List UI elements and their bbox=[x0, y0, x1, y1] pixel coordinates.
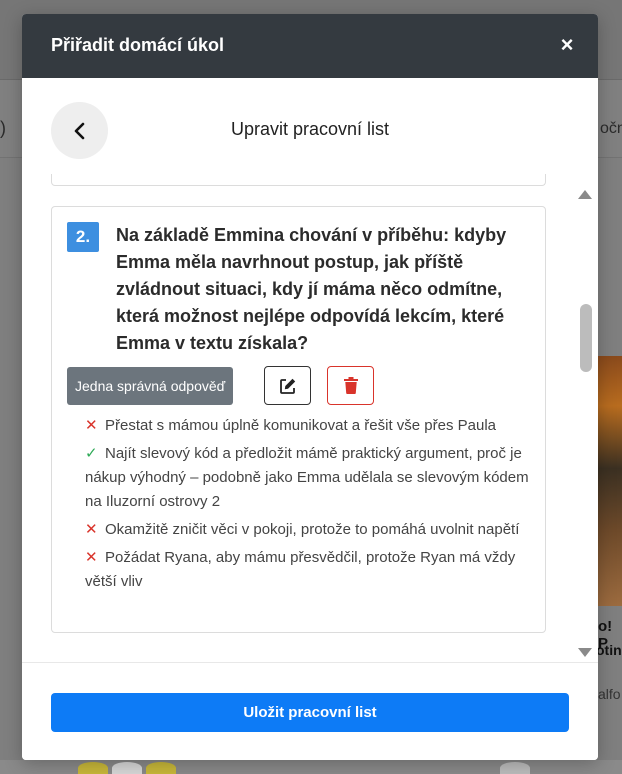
scroll-up-arrow-icon[interactable] bbox=[578, 190, 592, 199]
background-text-fragment: ) bbox=[0, 118, 6, 138]
scrollbar[interactable] bbox=[572, 186, 598, 666]
question-type-badge: Jedna správná odpověď bbox=[67, 367, 234, 405]
modal-title: Přiřadit domácí úkol bbox=[51, 35, 225, 55]
answer-text: Požádat Ryana, aby mámu přesvědčil, prot… bbox=[85, 549, 516, 590]
modal-footer: Uložit pracovní list bbox=[22, 662, 598, 760]
scroll-down-arrow-icon[interactable] bbox=[578, 648, 592, 657]
close-icon[interactable]: × bbox=[556, 34, 578, 56]
answer-list: ✕ Přestat s mámou úplně komunikovat a řeš… bbox=[85, 414, 537, 598]
background-text-fragment: očn bbox=[600, 120, 622, 137]
background-doodle bbox=[78, 762, 108, 774]
background-doodle bbox=[146, 762, 176, 774]
previous-question-card bbox=[51, 174, 546, 186]
question-number-badge: 2. bbox=[67, 222, 99, 252]
answer-text: Najít slevový kód a předložit mámě prakt… bbox=[85, 445, 529, 510]
answer-option: ✕ Okamžitě zničit věci v pokoji, protože … bbox=[85, 518, 537, 542]
background-doodle bbox=[500, 762, 530, 774]
correct-mark-icon: ✓ bbox=[85, 445, 98, 462]
answer-option: ✕ Požádat Ryana, aby mámu přesvědčil, pro… bbox=[85, 546, 537, 594]
subheader-title: Upravit pracovní list bbox=[230, 119, 390, 139]
wrong-mark-icon: ✕ bbox=[85, 549, 98, 566]
answer-option: ✓ Najít slevový kód a předložit mámě prak… bbox=[85, 442, 537, 514]
answer-option: ✕ Přestat s mámou úplně komunikovat a řeš… bbox=[85, 414, 537, 438]
assign-homework-modal: Přiřadit domácí úkol × Upravit pracovní … bbox=[22, 14, 598, 760]
trash-icon bbox=[343, 377, 358, 394]
delete-question-button[interactable] bbox=[327, 366, 374, 405]
edit-icon bbox=[279, 378, 295, 394]
background-doodle bbox=[112, 762, 142, 774]
background-card-subtitle: otin bbox=[596, 642, 622, 658]
answer-text: Okamžitě zničit věci v pokoji, protože t… bbox=[105, 521, 520, 538]
worksheet-subheader: Upravit pracovní list bbox=[22, 78, 598, 174]
background-card-meta: alfo bbox=[598, 686, 621, 702]
background-card-image bbox=[598, 356, 622, 606]
edit-question-button[interactable] bbox=[264, 366, 311, 405]
save-worksheet-button[interactable]: Uložit pracovní list bbox=[51, 693, 569, 732]
answer-text: Přestat s mámou úplně komunikovat a řeši… bbox=[105, 417, 497, 434]
wrong-mark-icon: ✕ bbox=[85, 417, 98, 434]
modal-header: Přiřadit domácí úkol × bbox=[22, 14, 598, 78]
scrollbar-thumb[interactable] bbox=[580, 304, 592, 372]
question-card: 2. Na základě Emmina chování v příběhu: … bbox=[51, 206, 546, 633]
questions-scroll-area[interactable]: 2. Na základě Emmina chování v příběhu: … bbox=[22, 174, 598, 662]
question-text: Na základě Emmina chování v příběhu: kdy… bbox=[116, 225, 507, 353]
wrong-mark-icon: ✕ bbox=[85, 521, 98, 538]
